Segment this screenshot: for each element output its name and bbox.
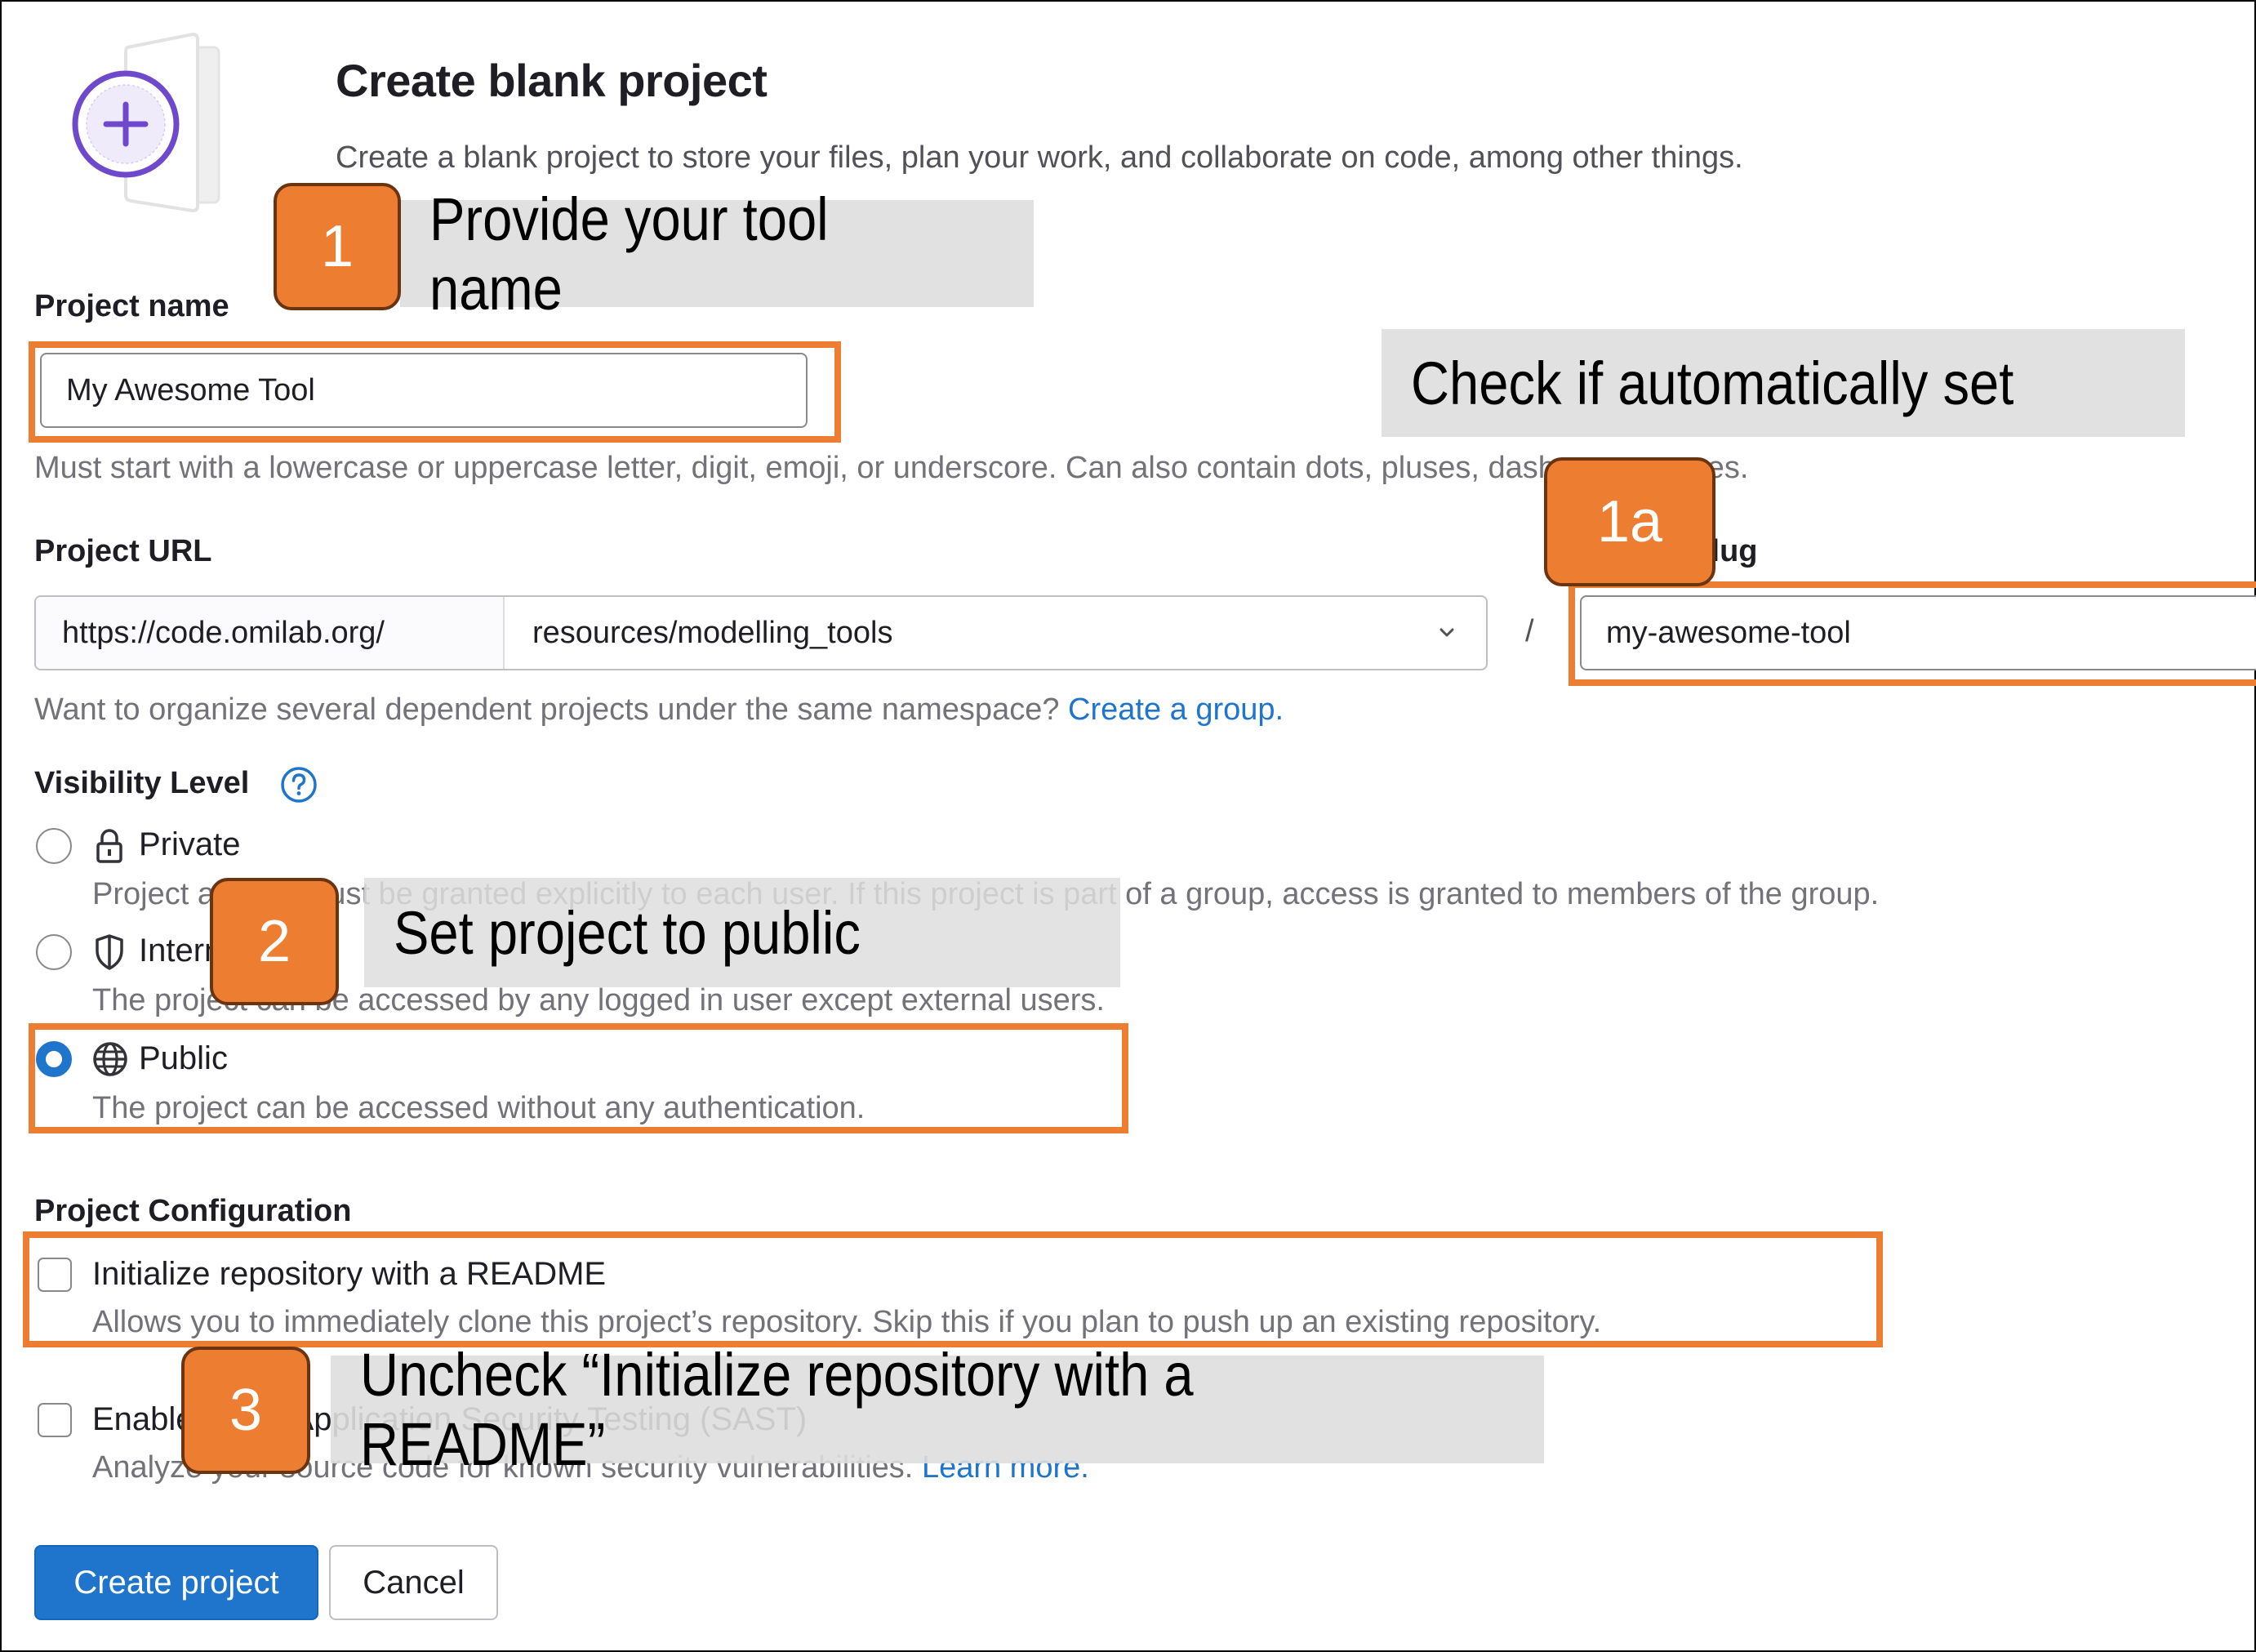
- url-prefix-text: https://code.omilab.org/: [62, 615, 385, 650]
- namespace-value: resources/modelling_tools: [532, 615, 893, 650]
- url-prefix: https://code.omilab.org/: [36, 597, 505, 669]
- annotation-text-step1a: Check if automatically set: [1411, 349, 2014, 417]
- visibility-label: Visibility Level: [34, 766, 249, 801]
- visibility-label-text: Visibility Level: [34, 766, 250, 800]
- namespace-help-text: Want to organize several dependent proje…: [34, 692, 1060, 727]
- visibility-internal-radio[interactable]: [36, 934, 72, 970]
- annotation-badge-step3: 3: [181, 1347, 310, 1474]
- sast-checkbox[interactable]: [38, 1403, 72, 1437]
- annotation-text-step2: Set project to public: [394, 898, 861, 967]
- chevron-down-icon: [1439, 628, 1454, 637]
- annotation-callout-step1: Provide your tool name: [400, 185, 1034, 323]
- page-subtitle: Create a blank project to store your fil…: [336, 140, 1743, 175]
- annotation-highlight-project-slug: [1569, 581, 2256, 686]
- project-url-group: https://code.omilab.org/ resources/model…: [34, 595, 1488, 670]
- url-separator: /: [1525, 614, 1534, 648]
- project-configuration-label: Project Configuration: [34, 1194, 352, 1228]
- visibility-private-label[interactable]: Private: [139, 826, 241, 863]
- annotation-text-step3: Uncheck “Initialize repository with a RE…: [360, 1341, 1194, 1478]
- create-project-button[interactable]: Create project: [34, 1545, 318, 1620]
- namespace-select[interactable]: resources/modelling_tools: [505, 597, 1486, 669]
- annotation-text-step1: Provide your tool name: [429, 185, 829, 323]
- visibility-private-radio[interactable]: [36, 828, 72, 864]
- annotation-badge-step1a: 1a: [1544, 457, 1715, 586]
- annotation-callout-step1a: Check if automatically set: [1382, 329, 2185, 437]
- annotation-callout-step2: Set project to public: [364, 878, 1120, 987]
- cancel-button[interactable]: Cancel: [329, 1545, 498, 1620]
- lock-icon: [96, 829, 122, 863]
- namespace-help: Want to organize several dependent proje…: [34, 692, 1284, 728]
- shield-icon: [96, 934, 123, 970]
- annotation-callout-step3: Uncheck “Initialize repository with a RE…: [331, 1341, 1544, 1478]
- annotation-highlight-public: [29, 1023, 1128, 1133]
- annotation-badge-step1: 1: [274, 183, 401, 310]
- blank-project-plus-icon: [72, 32, 220, 213]
- annotation-highlight-readme: [23, 1231, 1883, 1347]
- project-name-help: Must start with a lowercase or uppercase…: [34, 451, 1749, 485]
- project-url-label: Project URL: [34, 534, 212, 568]
- annotation-highlight-project-name: [29, 341, 841, 443]
- project-name-label: Project name: [34, 289, 229, 323]
- annotation-badge-step2: 2: [210, 878, 339, 1005]
- create-group-link[interactable]: Create a group.: [1068, 692, 1284, 727]
- page-title: Create blank project: [336, 55, 768, 106]
- question-circle-icon[interactable]: [280, 766, 318, 804]
